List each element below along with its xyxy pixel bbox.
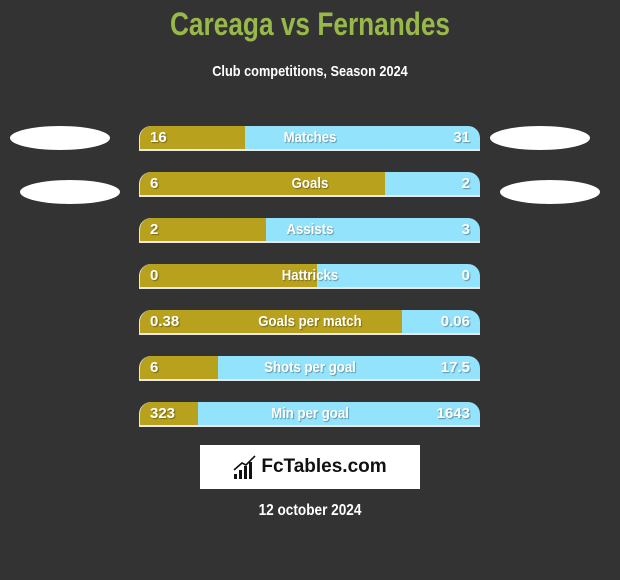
left-value: 0 [150, 267, 159, 284]
right-value: 2 [461, 175, 470, 192]
left-player-badge-2 [20, 180, 120, 204]
page-title: Careaga vs Fernandes [169, 6, 451, 42]
stat-label: Assists [286, 221, 334, 238]
right-value: 0 [461, 267, 470, 284]
stat-row-min-per-goal: Min per goal 323 1643 [139, 402, 480, 427]
right-player-badge-2 [500, 180, 600, 204]
page-subtitle: Club competitions, Season 2024 [212, 63, 408, 80]
right-value: 1643 [436, 405, 470, 422]
left-value: 323 [150, 405, 176, 422]
left-value: 6 [150, 175, 159, 192]
stat-label: Goals per match [258, 313, 362, 330]
stat-label: Goals [291, 175, 329, 192]
stat-row-matches: Matches 16 31 [139, 126, 480, 151]
footer-date: 12 october 2024 [258, 502, 362, 519]
stat-row-shots-per-goal: Shots per goal 6 17.5 [139, 356, 480, 381]
logo-text: FcTables.com [261, 456, 387, 477]
right-value: 0.06 [440, 313, 470, 330]
left-value: 6 [150, 359, 159, 376]
stat-row-goals-per-match: Goals per match 0.38 0.06 [139, 310, 480, 335]
stat-label: Matches [283, 129, 337, 146]
left-value: 16 [150, 129, 167, 146]
left-player-badge-1 [10, 126, 110, 150]
stat-label: Shots per goal [264, 359, 356, 376]
right-value: 17.5 [440, 359, 470, 376]
bar-chart-trend-icon [233, 455, 256, 479]
stat-row-goals: Goals 6 2 [139, 172, 480, 197]
right-value: 3 [461, 221, 470, 238]
fctables-logo[interactable]: FcTables.com [200, 445, 420, 489]
stat-row-hattricks: Hattricks 0 0 [139, 264, 480, 289]
stat-label: Hattricks [281, 267, 339, 284]
right-value: 31 [453, 129, 470, 146]
stat-label: Min per goal [271, 405, 349, 422]
left-value: 0.38 [150, 313, 180, 330]
stat-row-assists: Assists 2 3 [139, 218, 480, 243]
right-player-badge-1 [490, 126, 590, 150]
left-value: 2 [150, 221, 159, 238]
